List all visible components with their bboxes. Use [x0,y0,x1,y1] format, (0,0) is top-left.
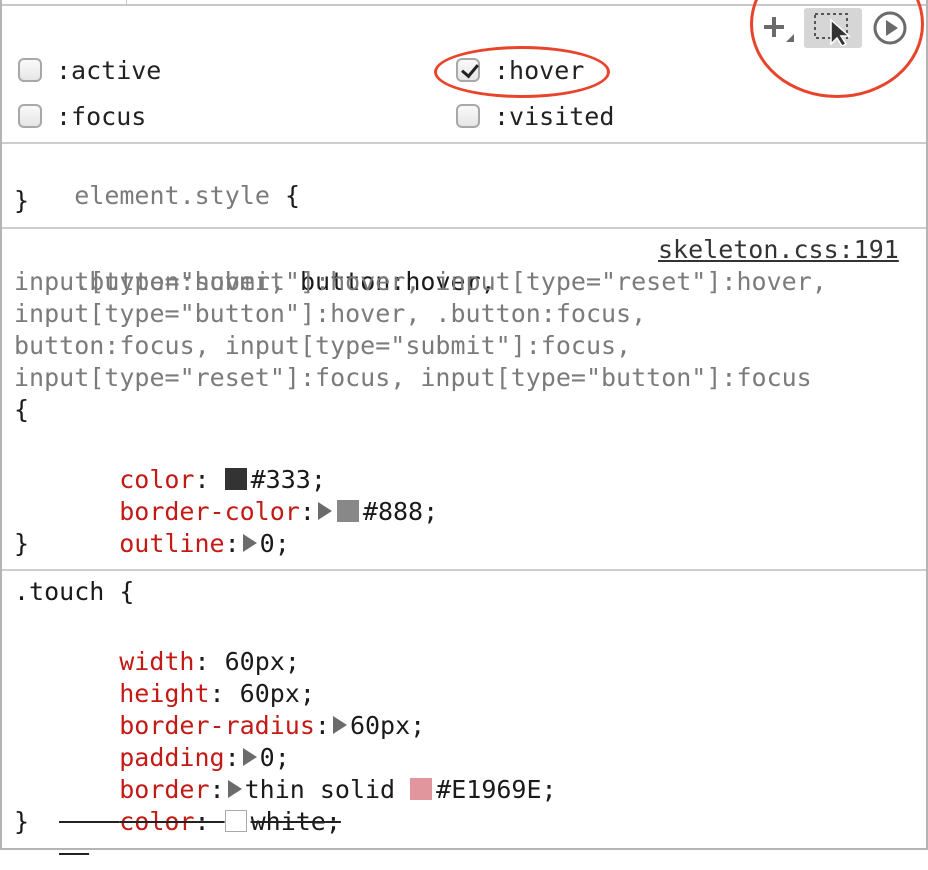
declaration-border[interactable]: border: thin solid #E1969E; [59,742,556,804]
declaration-height[interactable]: height: 60px; [59,646,315,708]
expand-triangle-icon[interactable] [332,716,347,734]
color-swatch[interactable] [336,500,359,522]
top-border [2,0,926,6]
rule-close-brace: } [14,529,30,558]
rule-selector[interactable]: .button:hover, button:hover, [14,234,495,296]
divider [2,569,926,571]
rule-open-brace: { [14,395,30,424]
state-visited[interactable]: :visited [456,100,614,132]
focus-checkbox[interactable] [18,104,42,128]
declaration-padding[interactable]: padding: 0; [59,710,290,772]
color-swatch[interactable] [224,810,247,832]
visited-checkbox[interactable] [456,104,480,128]
state-label: :visited [494,101,615,131]
active-checkbox[interactable] [18,58,42,82]
color-swatch[interactable] [410,778,433,800]
state-focus[interactable]: :focus [18,100,146,132]
rule-close-brace: } [14,807,30,836]
rule-selector-line: input[type="submit"]:hover, input[type="… [14,267,827,296]
styles-pane: :active :hover :focus :visited element.s… [0,0,928,850]
element-state-icon[interactable] [804,8,862,48]
element-style-selector[interactable]: element.style { [14,148,300,210]
declaration-border-radius[interactable]: border-radius: 60px; [59,678,425,740]
rule-selector[interactable]: .touch { [14,576,134,608]
element-style-close: } [14,186,30,215]
rule-selector-line: input[type="button"]:hover, .button:focu… [14,299,647,328]
rule-selector-line: button:focus, input[type="submit"]:focus… [14,331,632,360]
divider [2,227,926,229]
declaration-color-overridden[interactable]: color: white; [59,774,341,836]
divider [2,142,926,144]
source-link[interactable]: skeleton.css:191 [658,234,899,266]
state-label: :focus [56,101,147,131]
expand-triangle-icon[interactable] [317,502,332,520]
declaration-width[interactable]: width: 60px; [59,614,300,676]
state-hover[interactable]: :hover [456,54,584,86]
expand-triangle-icon[interactable] [242,534,257,552]
plus-icon[interactable] [758,12,796,46]
play-circle-icon[interactable] [870,8,910,48]
state-active[interactable]: :active [18,54,161,86]
declaration-border-color[interactable]: border-color: #888; [59,464,438,526]
declaration-color[interactable]: color: #333; [59,432,326,494]
rule-selector-line: input[type="reset"]:focus, input[type="b… [14,363,812,392]
declaration-outline[interactable]: outline: 0; [59,496,290,558]
hover-checkbox[interactable] [456,58,480,82]
state-label: :hover [494,55,585,85]
state-label: :active [56,55,162,85]
